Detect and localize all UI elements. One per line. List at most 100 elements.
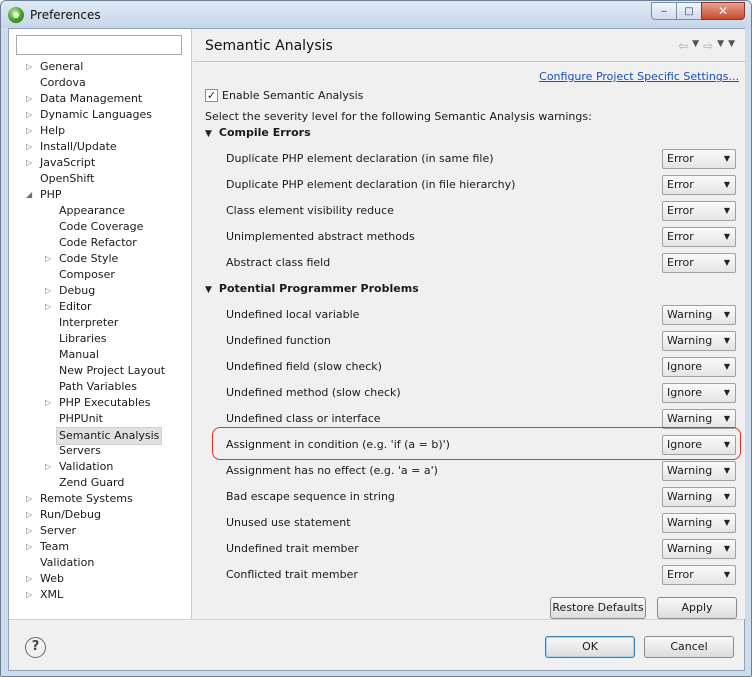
section-title: Compile Errors bbox=[218, 126, 311, 139]
tree-item-label: Composer bbox=[59, 268, 115, 281]
collapsed-twisty-icon[interactable]: ▷ bbox=[26, 523, 34, 539]
page-title: Semantic Analysis bbox=[205, 38, 333, 54]
collapsed-twisty-icon[interactable]: ▷ bbox=[26, 107, 34, 123]
configure-project-link[interactable]: Configure Project Specific Settings... bbox=[539, 70, 739, 83]
filter-input[interactable] bbox=[16, 35, 182, 55]
dropdown-arrow-icon: ▼ bbox=[723, 336, 730, 345]
ok-button[interactable]: OK bbox=[545, 636, 635, 658]
section-title: Potential Programmer Problems bbox=[218, 282, 419, 295]
severity-select[interactable]: Error ▼ bbox=[662, 175, 736, 195]
dropdown-arrow-icon: ▼ bbox=[723, 414, 730, 423]
cancel-button[interactable]: Cancel bbox=[644, 636, 734, 658]
severity-value: Warning bbox=[667, 490, 713, 503]
tree-item-label: Server bbox=[40, 524, 77, 537]
section-header[interactable]: ▼ Compile Errors bbox=[205, 126, 311, 139]
apply-button[interactable]: Apply bbox=[657, 597, 737, 619]
severity-select[interactable]: Error ▼ bbox=[662, 253, 736, 273]
severity-value: Warning bbox=[667, 334, 713, 347]
severity-select[interactable]: Warning ▼ bbox=[662, 513, 736, 533]
dropdown-arrow-icon: ▼ bbox=[723, 570, 730, 579]
severity-value: Ignore bbox=[667, 360, 702, 373]
page-navigation: ⇦ ▼ ⇨ ▼ ▼ bbox=[678, 39, 735, 53]
back-menu-chevron-icon[interactable]: ▼ bbox=[692, 39, 699, 53]
collapsed-twisty-icon[interactable]: ▷ bbox=[45, 459, 53, 475]
severity-value: Error bbox=[667, 204, 694, 217]
dropdown-arrow-icon: ▼ bbox=[723, 232, 730, 241]
back-arrow-icon[interactable]: ⇦ bbox=[678, 39, 688, 53]
forward-menu-chevron-icon[interactable]: ▼ bbox=[717, 39, 724, 53]
severity-select[interactable]: Error ▼ bbox=[662, 201, 736, 221]
warning-label: Undefined trait member bbox=[226, 542, 359, 555]
warning-label: Unused use statement bbox=[226, 516, 351, 529]
tree-item-label: Install/Update bbox=[40, 140, 117, 153]
collapsed-twisty-icon[interactable]: ▷ bbox=[26, 155, 34, 171]
warning-label: Undefined field (slow check) bbox=[226, 360, 382, 373]
tree-item-label: PHP bbox=[40, 188, 62, 201]
warning-label: Bad escape sequence in string bbox=[226, 490, 395, 503]
enable-semantic-analysis-checkbox[interactable]: ✓ bbox=[205, 89, 218, 102]
collapsed-twisty-icon[interactable]: ▷ bbox=[26, 539, 34, 555]
severity-select[interactable]: Warning ▼ bbox=[662, 539, 736, 559]
preferences-window: Preferences ‒ □ ✕ ▷ General Cordova ▷ Data M… bbox=[0, 0, 752, 677]
tree-item-label: Cordova bbox=[40, 76, 86, 89]
tree-item-label: PHPUnit bbox=[59, 412, 103, 425]
severity-select[interactable]: Ignore ▼ bbox=[662, 383, 736, 403]
severity-select[interactable]: Warning ▼ bbox=[662, 461, 736, 481]
collapsed-twisty-icon[interactable]: ▷ bbox=[45, 299, 53, 315]
dropdown-arrow-icon: ▼ bbox=[723, 206, 730, 215]
collapsed-twisty-icon[interactable]: ▷ bbox=[45, 395, 53, 411]
collapsed-twisty-icon[interactable]: ▷ bbox=[26, 491, 34, 507]
expanded-twisty-icon[interactable]: ◢ bbox=[26, 187, 34, 203]
collapsed-twisty-icon[interactable]: ▷ bbox=[26, 507, 34, 523]
severity-select[interactable]: Warning ▼ bbox=[662, 487, 736, 507]
warning-label: Abstract class field bbox=[226, 256, 331, 269]
collapsed-twisty-icon[interactable]: ▷ bbox=[45, 251, 53, 267]
severity-value: Error bbox=[667, 152, 694, 165]
warning-label: Undefined class or interface bbox=[226, 412, 381, 425]
collapsed-twisty-icon[interactable]: ▷ bbox=[45, 283, 53, 299]
minimize-button[interactable]: ‒ bbox=[651, 2, 677, 20]
help-icon[interactable]: ? bbox=[25, 637, 46, 658]
severity-select[interactable]: Error ▼ bbox=[662, 565, 736, 585]
severity-select[interactable]: Error ▼ bbox=[662, 149, 736, 169]
section-header[interactable]: ▼ Potential Programmer Problems bbox=[205, 282, 419, 295]
collapsed-twisty-icon[interactable]: ▷ bbox=[26, 91, 34, 107]
forward-arrow-icon[interactable]: ⇨ bbox=[703, 39, 713, 53]
severity-select[interactable]: Warning ▼ bbox=[662, 409, 736, 429]
collapsed-twisty-icon[interactable]: ▷ bbox=[26, 139, 34, 155]
warning-label: Undefined method (slow check) bbox=[226, 386, 401, 399]
severity-value: Warning bbox=[667, 412, 713, 425]
severity-value: Error bbox=[667, 568, 694, 581]
tree-item-label: Web bbox=[40, 572, 64, 585]
dropdown-arrow-icon: ▼ bbox=[723, 258, 730, 267]
collapsed-twisty-icon[interactable]: ▷ bbox=[26, 571, 34, 587]
severity-select[interactable]: Error ▼ bbox=[662, 227, 736, 247]
dropdown-arrow-icon: ▼ bbox=[723, 154, 730, 163]
warning-label: Undefined function bbox=[226, 334, 331, 347]
dialog-button-bar: ? OK Cancel bbox=[9, 619, 744, 670]
collapsed-twisty-icon[interactable]: ▷ bbox=[26, 59, 34, 75]
collapsed-twisty-icon[interactable]: ▷ bbox=[26, 123, 34, 139]
tree-item-label: Validation bbox=[40, 556, 95, 569]
warning-label: Class element visibility reduce bbox=[226, 204, 394, 217]
tree-item-label: Remote Systems bbox=[40, 492, 133, 505]
view-menu-icon[interactable]: ▼ bbox=[728, 39, 735, 53]
severity-select[interactable]: Warning ▼ bbox=[662, 331, 736, 351]
section-expand-arrow-icon[interactable]: ▼ bbox=[205, 129, 212, 139]
collapsed-twisty-icon[interactable]: ▷ bbox=[26, 587, 34, 603]
section-expand-arrow-icon[interactable]: ▼ bbox=[205, 285, 212, 295]
restore-defaults-button[interactable]: Restore Defaults bbox=[550, 597, 646, 619]
severity-value: Error bbox=[667, 256, 694, 269]
warning-label: Assignment has no effect (e.g. 'a = a') bbox=[226, 464, 438, 477]
severity-value: Warning bbox=[667, 464, 713, 477]
title-bar[interactable]: Preferences ‒ □ ✕ bbox=[1, 1, 751, 28]
severity-value: Warning bbox=[667, 308, 713, 321]
window-title: Preferences bbox=[30, 8, 101, 22]
severity-value: Error bbox=[667, 230, 694, 243]
severity-value: Ignore bbox=[667, 386, 702, 399]
close-button[interactable]: ✕ bbox=[701, 2, 745, 20]
tree-item-label: PHP Executables bbox=[59, 396, 151, 409]
severity-select[interactable]: Ignore ▼ bbox=[662, 357, 736, 377]
severity-select[interactable]: Warning ▼ bbox=[662, 305, 736, 325]
maximize-button[interactable]: □ bbox=[676, 2, 702, 20]
